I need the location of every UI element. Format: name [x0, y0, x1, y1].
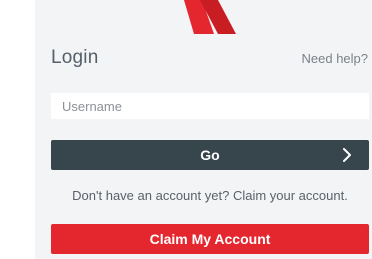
- need-help-link[interactable]: Need help?: [302, 51, 369, 66]
- login-screen: Login Need help? Go Don't have an accoun…: [0, 0, 372, 259]
- login-title: Login: [51, 47, 99, 68]
- login-panel: [35, 0, 372, 259]
- chevron-right-icon: [343, 148, 351, 162]
- claim-account-prompt: Don't have an account yet? Claim your ac…: [51, 188, 369, 203]
- claim-account-link[interactable]: Claim your account.: [233, 188, 348, 203]
- go-button-label: Go: [200, 147, 220, 163]
- go-button[interactable]: Go: [51, 140, 369, 170]
- brand-logo-icon: [184, 0, 236, 34]
- claim-prompt-text: Don't have an account yet?: [72, 188, 230, 203]
- claim-my-account-button[interactable]: Claim My Account: [51, 224, 369, 254]
- username-input[interactable]: [51, 93, 369, 119]
